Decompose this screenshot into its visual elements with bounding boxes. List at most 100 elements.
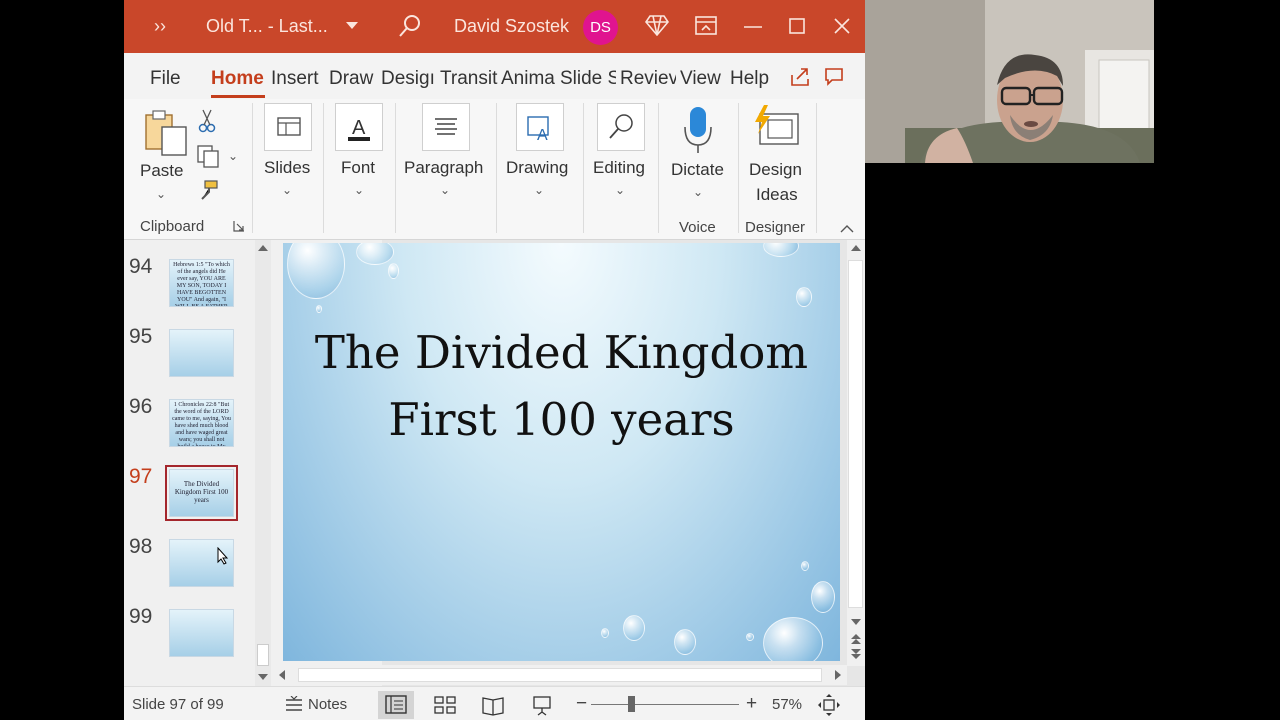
zoom-slider[interactable] [591, 704, 739, 705]
paragraph-icon[interactable] [422, 103, 470, 151]
collapse-ribbon-icon[interactable] [840, 224, 854, 233]
ribbon-separator [583, 103, 584, 233]
normal-view-button[interactable] [378, 691, 414, 719]
drawing-button[interactable]: Drawing [506, 158, 568, 178]
editor-scroll-down-icon[interactable] [851, 618, 861, 626]
copy-dropdown-icon[interactable]: ⌄ [228, 149, 238, 163]
previous-slide-icon[interactable] [851, 633, 861, 645]
share-icon[interactable] [790, 67, 810, 87]
slides-button[interactable]: Slides [264, 158, 310, 178]
user-avatar[interactable]: DS [583, 10, 618, 45]
slides-icon[interactable] [264, 103, 312, 151]
notes-icon[interactable] [284, 696, 304, 714]
zoom-slider-thumb[interactable] [628, 696, 635, 712]
ribbon-display-icon[interactable] [695, 16, 717, 36]
user-name[interactable]: David Szostek [454, 16, 569, 37]
zoom-in-button[interactable]: + [746, 693, 757, 715]
slide-title[interactable]: The Divided Kingdom First 100 years [283, 319, 840, 453]
water-drop-decoration [601, 628, 609, 638]
thumbnails-scrollbar[interactable] [255, 240, 271, 686]
dictate-button[interactable]: Dictate [671, 160, 724, 180]
drawing-icon[interactable]: A [516, 103, 564, 151]
editor-scroll-thumb[interactable] [848, 260, 863, 608]
slide-thumbnail[interactable]: 1 Chronicles 22:8 "But the word of the L… [169, 399, 234, 447]
scroll-up-icon[interactable] [258, 244, 268, 252]
scroll-down-icon[interactable] [258, 673, 268, 681]
font-button[interactable]: Font [341, 158, 375, 178]
thumbnail-text [170, 610, 233, 614]
thumbnail-number-selected: 97 [129, 465, 153, 488]
copy-icon[interactable] [196, 144, 220, 168]
zoom-out-button[interactable]: − [576, 693, 587, 715]
slides-dropdown-icon[interactable]: ⌄ [282, 183, 292, 197]
qat-overflow-button[interactable]: ›› [154, 16, 166, 37]
thumbnail-number: 96 [129, 395, 153, 418]
search-icon[interactable] [398, 14, 422, 38]
diamond-icon[interactable] [645, 14, 669, 36]
scroll-left-icon[interactable] [278, 670, 286, 680]
slide-thumbnail[interactable]: Hebrews 1:5 "To which of the angels did … [169, 259, 234, 307]
editing-icon[interactable] [597, 103, 645, 151]
design-ideas-button-line2[interactable]: Ideas [756, 185, 798, 205]
tab-home[interactable]: Home [211, 68, 264, 90]
active-tab-indicator [211, 95, 265, 98]
water-drop-decoration [356, 243, 394, 265]
zoom-level[interactable]: 57% [772, 696, 802, 713]
slide-sorter-button[interactable] [427, 691, 463, 719]
drawing-dropdown-icon[interactable]: ⌄ [534, 183, 544, 197]
paragraph-button[interactable]: Paragraph [404, 158, 483, 178]
font-icon[interactable]: A [335, 103, 383, 151]
scroll-right-icon[interactable] [834, 670, 842, 680]
current-slide[interactable]: The Divided Kingdom First 100 years [283, 243, 840, 661]
microphone-icon[interactable] [682, 105, 714, 155]
title-dropdown-icon[interactable] [346, 22, 358, 30]
water-drop-decoration [763, 617, 823, 661]
maximize-icon[interactable] [789, 18, 805, 34]
design-ideas-button[interactable]: Design [749, 160, 802, 180]
title-bar: ›› Old T... - Last... David Szostek DS [124, 0, 865, 53]
thumbnail-text [170, 330, 233, 334]
water-drop-decoration [746, 633, 754, 641]
reading-view-icon [482, 697, 504, 716]
editing-button[interactable]: Editing [593, 158, 645, 178]
paste-icon[interactable] [144, 109, 188, 157]
screen: ›› Old T... - Last... David Szostek DS F… [0, 0, 1280, 720]
tab-insert[interactable]: Insert [271, 68, 323, 90]
paragraph-dropdown-icon[interactable]: ⌄ [440, 183, 450, 197]
slide-thumbnail[interactable] [169, 609, 234, 657]
reading-view-button[interactable] [475, 691, 511, 719]
format-painter-icon[interactable] [197, 179, 219, 201]
comments-icon[interactable] [824, 67, 844, 87]
next-slide-icon[interactable] [851, 648, 861, 660]
slide-thumbnail-selected[interactable]: The Divided Kingdom First 100 years [165, 465, 238, 521]
svg-text:A: A [352, 117, 366, 139]
paste-button[interactable]: Paste [140, 161, 183, 181]
tab-review[interactable]: Reviev [620, 68, 676, 90]
editing-dropdown-icon[interactable]: ⌄ [615, 183, 625, 197]
thumbnails-scroll-thumb[interactable] [257, 644, 269, 666]
paste-dropdown-icon[interactable]: ⌄ [156, 187, 166, 201]
tab-help[interactable]: Help [730, 68, 769, 90]
slide-show-button[interactable] [524, 691, 560, 719]
editor-scroll-up-icon[interactable] [851, 244, 861, 252]
horizontal-scroll-thumb[interactable] [298, 668, 822, 682]
slide-thumbnail[interactable] [169, 329, 234, 377]
tab-file[interactable]: File [150, 68, 181, 90]
dialog-launcher-icon[interactable] [233, 220, 245, 232]
notes-button[interactable]: Notes [308, 696, 347, 713]
tab-view[interactable]: View [680, 68, 721, 90]
slide-title-line1: The Divided Kingdom [314, 326, 809, 379]
cut-icon[interactable] [198, 109, 216, 133]
minimize-icon[interactable] [744, 26, 762, 28]
fit-to-window-icon[interactable] [818, 694, 840, 716]
tab-draw[interactable]: Draw [329, 68, 378, 90]
document-title[interactable]: Old T... - Last... [206, 16, 328, 37]
tab-slide-show[interactable]: Slide S [560, 68, 616, 90]
close-icon[interactable] [834, 18, 850, 34]
tab-animations[interactable]: Anima [501, 68, 557, 90]
dictate-dropdown-icon[interactable]: ⌄ [693, 185, 703, 199]
font-dropdown-icon[interactable]: ⌄ [354, 183, 364, 197]
design-ideas-icon[interactable] [752, 104, 802, 148]
tab-design[interactable]: Desigı [381, 68, 436, 90]
tab-transitions[interactable]: Transit [440, 68, 498, 90]
